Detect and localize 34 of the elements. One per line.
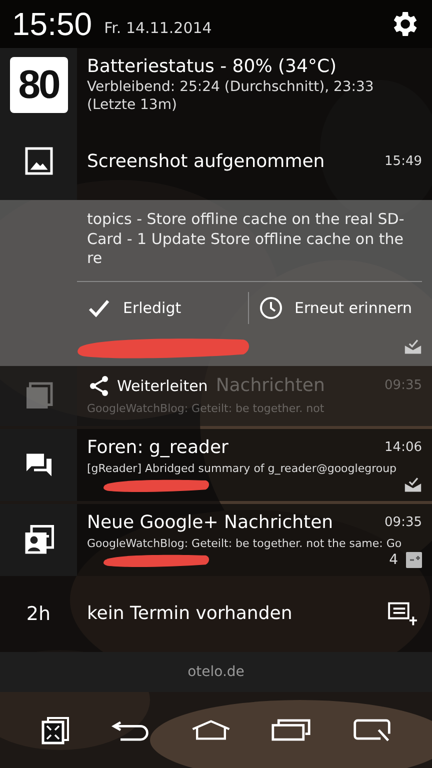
action-button[interactable]: Erneut erinnern — [248, 292, 422, 324]
notification-text: Verbleibend: 25:24 (Durchschnitt), 23:33 (Letzte 13m) — [87, 79, 375, 114]
home-icon[interactable] — [190, 718, 231, 742]
notification-title: Neue Google+ Nachrichten — [87, 512, 334, 532]
event-time: 2h — [25, 602, 52, 624]
notification-time: 15:49 — [384, 154, 422, 168]
notification-title: Nachrichten — [216, 375, 326, 396]
action-button[interactable]: Erledigt — [77, 292, 248, 324]
share-icon — [87, 374, 111, 398]
notification-title: Screenshot aufgenommen — [87, 150, 326, 172]
share-button[interactable]: Weiterleiten — [87, 374, 208, 398]
notification-text: [gReader] Abridged summary of g_reader@googlegroup — [87, 462, 398, 474]
notification-text: GoogleWatchBlog: Geteilt: be together. not the same: Go — [87, 536, 403, 550]
notification-title: Foren: g_reader — [87, 436, 230, 458]
image-icon — [24, 146, 54, 176]
event-text: kein Termin vorhanden — [86, 603, 294, 624]
recent-apps-icon[interactable] — [271, 718, 312, 742]
carrier-name: otelo.de — [188, 664, 244, 680]
notification-time: 09:35 — [384, 514, 422, 530]
add-event-icon[interactable] — [388, 600, 418, 628]
clock: 15:50 — [12, 6, 92, 42]
mail-check-icon — [404, 339, 422, 354]
clock-icon — [258, 296, 282, 320]
mail-check-icon — [404, 477, 422, 492]
notification-text: GoogleWatchBlog: Geteilt: be together. not — [87, 402, 326, 414]
notification-count: 4 — [389, 552, 398, 568]
message-text: topics - Store offline cache on the real SD-Card - 1 Update Store offline cache on the re — [87, 210, 406, 268]
notification-time: 14:06 — [384, 440, 422, 454]
date: Fr. 14.11.2014 — [104, 19, 213, 37]
notification-title: Batteriestatus - 80% (34°C) — [87, 56, 338, 77]
battery-icon: 80 — [10, 57, 68, 113]
shrink-icon[interactable] — [40, 714, 70, 745]
screen-edit-icon[interactable] — [352, 718, 392, 742]
notification-time: 09:35 — [384, 378, 422, 393]
